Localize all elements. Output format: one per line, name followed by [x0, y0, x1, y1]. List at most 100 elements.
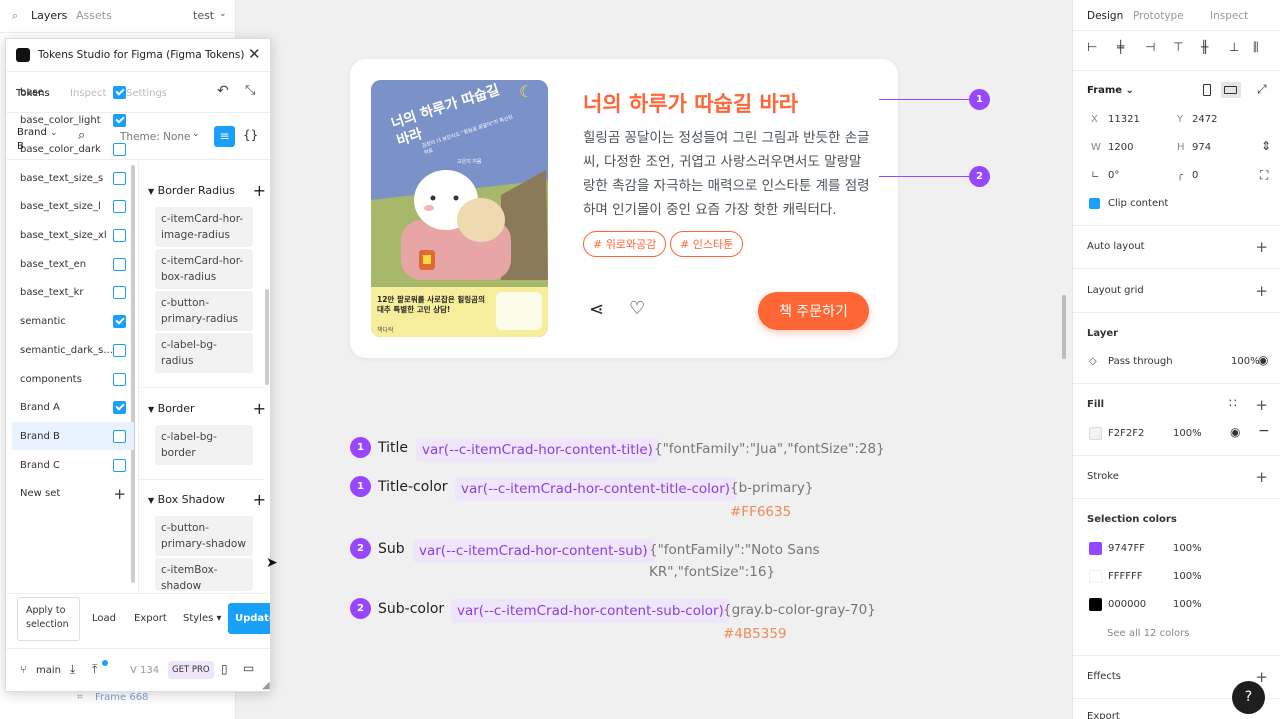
- tag-chip[interactable]: # 위로와공감: [583, 231, 667, 257]
- token-set-row[interactable]: Brand A: [12, 394, 134, 422]
- remove-fill-icon[interactable]: −: [1258, 423, 1270, 439]
- token-set-row[interactable]: base_color_dark: [12, 135, 134, 163]
- selection-color-opacity[interactable]: 100%: [1173, 571, 1202, 582]
- token-pill[interactable]: c-label-bg-border: [155, 425, 253, 465]
- token-set-row[interactable]: base_text_size_s: [12, 164, 134, 192]
- pull-icon[interactable]: ⤓: [70, 662, 75, 677]
- constrain-proportions-icon[interactable]: ⇕: [1261, 139, 1271, 153]
- list-view-icon[interactable]: ≡: [214, 126, 235, 147]
- token-set-row[interactable]: base_text_en: [12, 250, 134, 278]
- feedback-icon[interactable]: ▭: [243, 661, 254, 675]
- add-icon[interactable]: +: [253, 399, 266, 418]
- selection-color-swatch[interactable]: [1089, 542, 1102, 555]
- align-center-v-icon[interactable]: ╫: [1201, 40, 1208, 54]
- token-pill[interactable]: c-button-primary-shadow: [155, 516, 253, 556]
- add-icon[interactable]: +: [253, 490, 266, 509]
- close-icon[interactable]: ✕: [248, 45, 261, 63]
- align-bottom-icon[interactable]: ⊥: [1229, 40, 1239, 54]
- json-view-icon[interactable]: {}: [243, 128, 258, 142]
- token-set-row[interactable]: base_color_light: [12, 107, 134, 135]
- token-pill[interactable]: c-button-primary-radius: [155, 291, 253, 331]
- tag-chip[interactable]: # 인스타툰: [670, 231, 744, 257]
- push-icon[interactable]: ⤒: [92, 662, 97, 677]
- selection-color-hex[interactable]: 000000: [1108, 599, 1146, 610]
- selection-color-hex[interactable]: 9747FF: [1108, 543, 1145, 554]
- undo-icon[interactable]: ↶: [217, 83, 229, 99]
- order-book-button[interactable]: 책 주문하기: [758, 292, 869, 330]
- token-set-checkbox[interactable]: [113, 142, 126, 156]
- share-icon[interactable]: ⋖: [589, 299, 604, 320]
- tab-layers[interactable]: Layers: [31, 9, 67, 22]
- token-set-row[interactable]: Brand B: [12, 422, 134, 451]
- align-right-icon[interactable]: ⊣: [1145, 40, 1155, 54]
- load-button[interactable]: Load: [92, 613, 116, 624]
- token-set-row[interactable]: base: [12, 78, 134, 106]
- new-set-row[interactable]: New set +: [12, 480, 134, 508]
- branch-name[interactable]: main: [36, 665, 61, 676]
- add-auto-layout-icon[interactable]: +: [1255, 240, 1268, 255]
- distribute-icon[interactable]: ⫼: [1253, 40, 1259, 55]
- selection-color-swatch[interactable]: [1089, 598, 1102, 611]
- independent-corners-icon[interactable]: ⛶: [1260, 168, 1268, 183]
- token-pill[interactable]: c-label-bg-radius: [155, 333, 253, 373]
- token-set-checkbox[interactable]: [113, 286, 126, 300]
- canvas-scrollbar[interactable]: [1062, 295, 1066, 359]
- portrait-icon[interactable]: [1203, 84, 1211, 96]
- token-set-checkbox[interactable]: [113, 257, 126, 271]
- help-button[interactable]: ?: [1232, 681, 1265, 714]
- token-set-checkbox[interactable]: [113, 200, 126, 214]
- group-border-radius[interactable]: ▼ Border Radius +: [148, 181, 266, 200]
- token-set-row[interactable]: base_text_size_xl: [12, 222, 134, 250]
- search-icon[interactable]: ⌕: [12, 9, 18, 23]
- resize-handle-icon[interactable]: ◢: [262, 680, 270, 691]
- add-fill-icon[interactable]: +: [1255, 398, 1268, 413]
- selection-color-hex[interactable]: FFFFFF: [1108, 571, 1143, 582]
- blend-mode-select[interactable]: Pass through: [1108, 356, 1173, 367]
- token-set-checkbox[interactable]: [113, 343, 126, 357]
- radius-input[interactable]: 0: [1192, 170, 1198, 181]
- token-pill[interactable]: c-itemBox-shadow: [155, 558, 253, 591]
- token-set-row[interactable]: base_text_size_l: [12, 193, 134, 221]
- selection-color-swatch[interactable]: [1089, 570, 1102, 583]
- h-input[interactable]: 974: [1192, 142, 1211, 153]
- w-input[interactable]: 1200: [1108, 142, 1133, 153]
- align-left-icon[interactable]: ⊢: [1087, 40, 1097, 54]
- token-set-checkbox[interactable]: [113, 114, 126, 128]
- group-border[interactable]: ▼ Border +: [148, 399, 266, 418]
- add-icon[interactable]: +: [113, 485, 126, 503]
- see-all-colors-link[interactable]: See all 12 colors: [1107, 628, 1189, 639]
- group-box-shadow[interactable]: ▼ Box Shadow +: [148, 490, 266, 509]
- export-button[interactable]: Export: [134, 613, 167, 624]
- tab-assets[interactable]: Assets: [76, 9, 112, 22]
- token-set-checkbox[interactable]: [113, 229, 126, 242]
- rotation-input[interactable]: 0°: [1108, 170, 1119, 181]
- token-set-checkbox[interactable]: [113, 458, 126, 472]
- add-icon[interactable]: +: [253, 181, 266, 200]
- resize-to-fit-icon[interactable]: ⤢: [1257, 82, 1267, 97]
- add-layout-grid-icon[interactable]: +: [1255, 284, 1268, 299]
- eye-icon[interactable]: ◉: [1258, 353, 1268, 367]
- token-set-row[interactable]: components: [12, 365, 134, 393]
- docs-icon[interactable]: ▯: [221, 662, 228, 676]
- token-set-row[interactable]: semantic_dark_s...: [12, 336, 134, 364]
- token-set-row[interactable]: Brand C: [12, 451, 134, 479]
- token-set-checkbox[interactable]: [113, 372, 126, 386]
- tab-design[interactable]: Design: [1087, 10, 1123, 22]
- fill-hex[interactable]: F2F2F2: [1108, 428, 1144, 439]
- add-stroke-icon[interactable]: +: [1255, 470, 1268, 485]
- update-button[interactable]: Update: [228, 603, 270, 634]
- token-set-checkbox[interactable]: [113, 85, 126, 99]
- align-top-icon[interactable]: ⊤: [1173, 40, 1183, 54]
- token-set-row[interactable]: semantic: [12, 308, 134, 336]
- layer-frame-668[interactable]: Frame 668: [95, 692, 148, 703]
- get-pro-badge[interactable]: GET PRO: [168, 661, 214, 679]
- add-effect-icon[interactable]: +: [1255, 670, 1268, 685]
- eye-icon[interactable]: ◉: [1230, 425, 1240, 439]
- token-set-checkbox[interactable]: [113, 171, 126, 185]
- frame-select[interactable]: Frame ⌄: [1087, 85, 1134, 96]
- selection-color-opacity[interactable]: 100%: [1173, 543, 1202, 554]
- clip-content-checkbox[interactable]: [1089, 198, 1100, 209]
- tokens-scrollbar[interactable]: [265, 289, 269, 385]
- token-set-checkbox[interactable]: [113, 315, 126, 329]
- token-set-checkbox[interactable]: [113, 429, 126, 443]
